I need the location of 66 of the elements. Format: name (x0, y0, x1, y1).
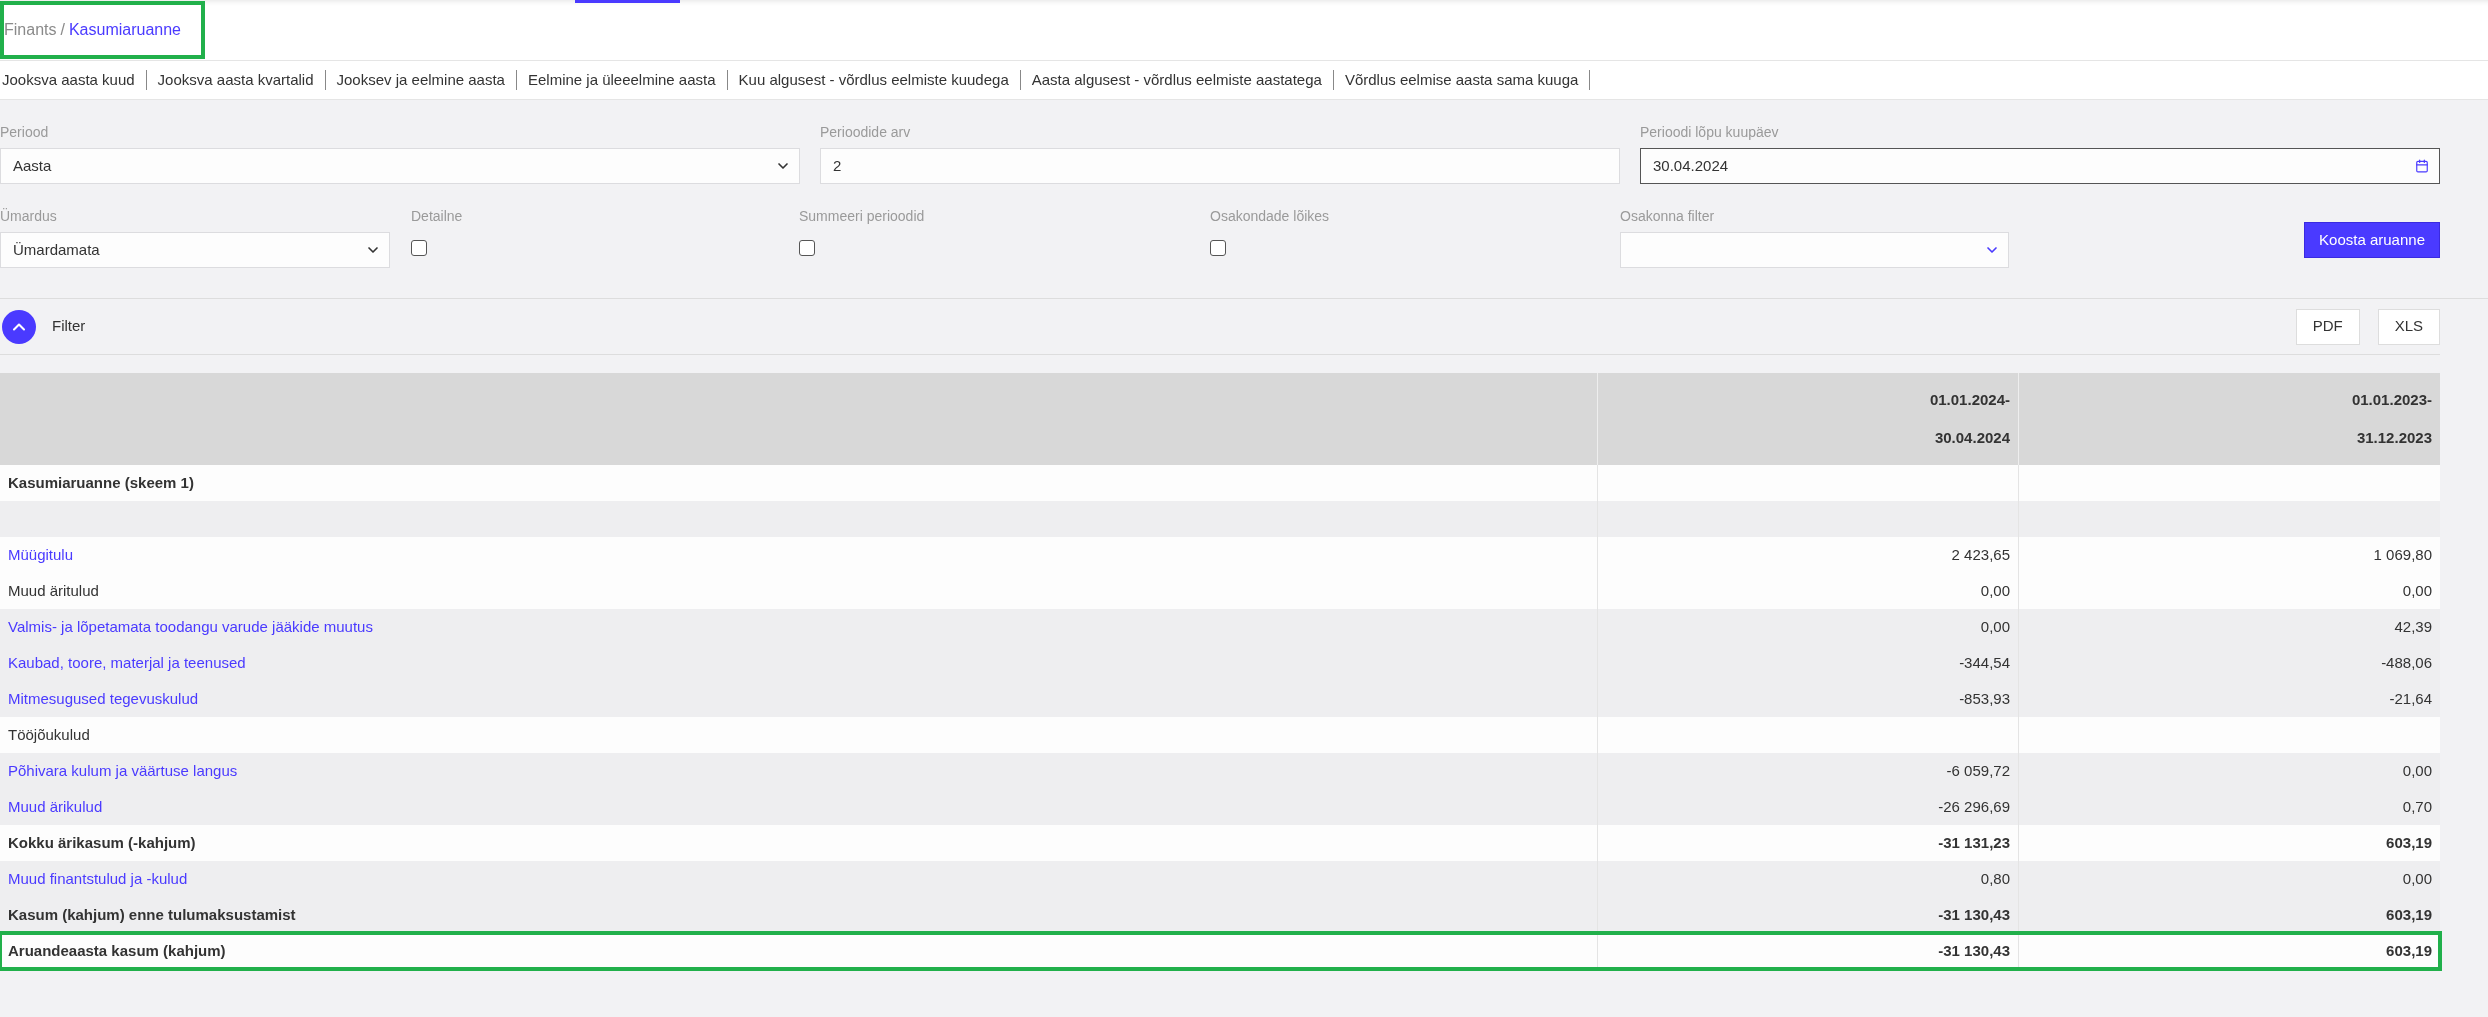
calendar-icon (2415, 159, 2429, 173)
amount-cell-text: 42,39 (2394, 616, 2432, 637)
amount-cell-text: -31 131,23 (1938, 832, 2010, 853)
amount-cell-text: -21,64 (2389, 688, 2432, 709)
rounding-select[interactable]: Ümardamata (0, 232, 390, 268)
checkbox[interactable] (799, 240, 815, 256)
account-link[interactable]: Muud ärikulud (8, 795, 103, 819)
period-count-input[interactable]: 2 (820, 148, 1620, 184)
row-label: Muud äritulud (8, 580, 99, 601)
account-link[interactable]: Muud finantstulud ja -kulud (8, 867, 188, 891)
account-link[interactable]: Kaubad, toore, materjal ja teenused (8, 651, 246, 675)
amount-cell-text: -31 130,43 (1938, 904, 2010, 925)
amount-cell-text: 0,70 (2402, 796, 2432, 817)
field-label: Summeeri perioodid (799, 207, 926, 226)
row-label: Aruandeaasta kasum (kahjum) (8, 940, 226, 961)
account-link[interactable]: Põhivara kulum ja väärtuse langus (8, 759, 238, 783)
report-tab[interactable]: Eelmine ja üleeelmine aasta (516, 68, 727, 92)
field-label: Osakonna filter (1620, 207, 1716, 226)
amount-cell-text: -853,93 (1959, 688, 2010, 709)
amount-cell-text: 603,19 (2386, 832, 2432, 853)
report-tab[interactable]: Kuu algusest - võrdlus eelmiste kuudega (727, 68, 1020, 92)
row-label: Kasumiaruanne (skeem 1) (8, 472, 194, 493)
amount-cell-text: -6 059,72 (1946, 760, 2010, 781)
account-link[interactable]: Müügitulu (8, 543, 74, 567)
field-label: Periood (0, 123, 50, 142)
period-select[interactable]: Aasta (0, 148, 800, 184)
export-button[interactable]: PDF (2295, 308, 2360, 345)
report-tab[interactable]: Jooksva aasta kuud (0, 68, 146, 92)
amount-cell-text: 0,00 (2402, 760, 2432, 781)
amount-cell-text: 603,19 (2386, 904, 2432, 925)
report-tab[interactable]: Jooksev ja eelmine aasta (325, 68, 516, 92)
report-tab[interactable]: Aasta algusest - võrdlus eelmiste aastatega (1020, 68, 1333, 92)
column-header: 01.01.2023- 31.12.2023 (2350, 389, 2433, 448)
amount-cell-text: 0,80 (1980, 868, 2010, 889)
export-button[interactable]: XLS (2377, 308, 2440, 345)
date-input[interactable]: 30.04.2024 (1640, 148, 2440, 184)
field-label: Osakondade lõikes (1210, 207, 1331, 226)
amount-cell-text: -488,06 (2381, 652, 2432, 673)
field-label: Perioodi lõpu kuupäev (1640, 123, 1780, 142)
breadcrumb-current[interactable]: Kasumiaruanne (68, 18, 181, 42)
row-label: Tööjõukulud (8, 724, 90, 745)
amount-cell-text: 0,00 (2402, 580, 2432, 601)
amount-cell-text: 0,00 (1980, 580, 2010, 601)
amount-cell-text: -344,54 (1959, 652, 2010, 673)
account-link[interactable]: Mitmesugused tegevuskulud (8, 687, 199, 711)
generate-report-button[interactable]: Koosta aruanne (2304, 222, 2440, 258)
amount-cell-text: -26 296,69 (1938, 796, 2010, 817)
field-label: Ümardus (0, 207, 58, 226)
amount-cell-text: 603,19 (2386, 940, 2432, 961)
amount-cell-text: -31 130,43 (1938, 940, 2010, 961)
checkbox[interactable] (1210, 240, 1226, 256)
account-link[interactable]: Valmis- ja lõpetamata toodangu varude jääkide muutus (8, 615, 373, 639)
breadcrumb-separator: / (60, 20, 65, 40)
amount-cell-text: 0,00 (2402, 868, 2432, 889)
report-tab[interactable]: Võrdlus eelmise aasta sama kuuga (1333, 68, 1590, 92)
amount-cell-text: 0,00 (1980, 616, 2010, 637)
collapse-toggle-button[interactable] (2, 309, 36, 344)
report-tab[interactable]: Jooksva aasta kvartalid (146, 68, 325, 92)
amount-cell-text: 1 069,80 (2373, 544, 2432, 565)
field-label: Detailne (411, 207, 464, 226)
amount-cell-text: 2 423,65 (1951, 544, 2010, 565)
checkbox[interactable] (411, 240, 427, 256)
row-label: Kokku ärikasum (-kahjum) (8, 832, 196, 853)
filter-label: Filter (52, 316, 86, 337)
row-label: Kasum (kahjum) enne tulumaksustamist (8, 904, 296, 925)
field-label: Perioodide arv (820, 123, 912, 142)
